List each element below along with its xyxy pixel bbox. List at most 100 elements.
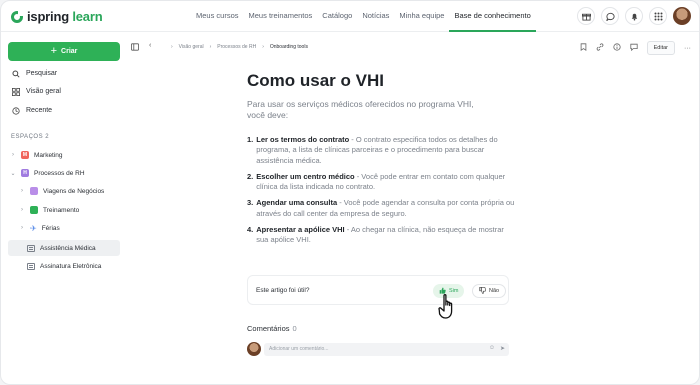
article-actions: Editar ··· [580, 41, 691, 55]
briefcase-icon [30, 187, 38, 195]
feedback-box: Este artigo foi útil? Sim Não [247, 275, 509, 305]
sidebar-item-recente[interactable]: Recente [11, 106, 52, 115]
chevron-right-icon: › [209, 44, 212, 50]
chevron-right-icon: › [171, 44, 173, 50]
no-button[interactable]: Não [472, 284, 507, 298]
create-button[interactable]: + Criar [8, 42, 120, 61]
bookmark-icon[interactable] [580, 43, 587, 53]
airplane-icon: ✈ [30, 223, 37, 233]
chevron-right-icon[interactable]: › [19, 188, 25, 194]
app-window: ispring learn Meus cursos Meus treinamen… [0, 0, 700, 385]
tree-item-label: Marketing [34, 151, 63, 159]
hand-cursor-icon [438, 293, 458, 326]
list-item: 4. Apresentar a apólice VHI - Ao chegar … [247, 225, 517, 246]
logo-text-ispring: ispring [27, 9, 69, 24]
overview-icon [11, 87, 20, 96]
spaces-heading: ESPAÇOS 2 [11, 134, 50, 140]
info-icon[interactable] [613, 43, 621, 53]
training-icon [30, 206, 38, 214]
list-item: 1. Ler os termos do contrato - O contrat… [247, 135, 517, 166]
tree-item-assinatura-eletronica[interactable]: Assinatura Eletrônica [27, 258, 101, 274]
article-content: Como usar o VHI Para usar os serviços mé… [247, 71, 517, 252]
space-badge-processos-de-rh: H [21, 169, 29, 177]
tree-item-viagens-de-negocios[interactable]: › Viagens de Negócios [19, 183, 104, 199]
no-label: Não [489, 288, 500, 294]
bell-icon[interactable] [625, 7, 643, 25]
chevron-right-icon: › [262, 44, 264, 50]
step-number: 2. [247, 171, 254, 181]
back-arrow-icon[interactable]: ‹ [149, 42, 151, 49]
comments-label: Comentários [247, 324, 290, 333]
article-icon [27, 244, 35, 252]
feedback-question: Este artigo foi útil? [256, 287, 310, 294]
search-icon [11, 69, 20, 78]
thumbs-down-icon [479, 286, 486, 296]
tree-item-label: Assistência Médica [40, 244, 96, 252]
chevron-down-icon[interactable]: ⌄ [10, 170, 16, 177]
top-navigation: ispring learn Meus cursos Meus treinamen… [1, 1, 699, 32]
tree-item-processos-de-rh[interactable]: ⌄ H Processos de RH [10, 165, 85, 181]
grid-icon[interactable] [649, 7, 667, 25]
chevron-right-icon[interactable]: › [10, 152, 16, 158]
space-badge-marketing: M [21, 151, 29, 159]
sidebar: + Criar Pesquisar Visão geral Recente ES… [1, 33, 127, 384]
avatar [247, 342, 261, 356]
content-toolbar: ‹ › Visão geral › Processos de RH › Onbo… [127, 39, 699, 57]
sidebar-item-label: Visão geral [26, 88, 61, 95]
sidebar-toggle-icon[interactable] [131, 43, 139, 53]
sidebar-item-label: Recente [26, 107, 53, 114]
tree-item-ferias[interactable]: › ✈ Férias [19, 220, 60, 236]
tree-item-label: Treinamento [43, 206, 80, 214]
tree-item-marketing[interactable]: › M Marketing [10, 147, 63, 163]
comment-composer: Adicionar um comentário... ☺ ➤ [247, 342, 509, 357]
tree-item-assistencia-medica[interactable]: Assistência Médica [8, 240, 120, 256]
step-number: 1. [247, 135, 254, 144]
nav-catalogo[interactable]: Catálogo [317, 1, 357, 32]
top-icons [577, 7, 691, 25]
nav-noticias[interactable]: Notícias [357, 1, 394, 32]
nav-meus-cursos[interactable]: Meus cursos [191, 1, 244, 32]
comments-count: 0 [292, 324, 297, 333]
breadcrumb-item[interactable]: Visão geral [179, 44, 204, 50]
ispring-learn-logo[interactable]: ispring learn [11, 9, 103, 24]
chat-icon[interactable] [601, 7, 619, 25]
chat-icon[interactable] [630, 43, 638, 53]
link-icon[interactable] [596, 43, 604, 53]
sidebar-item-pesquisar[interactable]: Pesquisar [11, 69, 57, 78]
tree-item-label: Processos de RH [34, 169, 85, 177]
create-button-label: Criar [61, 48, 78, 55]
article-intro: Para usar os serviços médicos oferecidos… [247, 99, 474, 120]
emoji-icon[interactable]: ☺ [489, 345, 495, 352]
step-title: Agendar uma consulta [256, 198, 338, 208]
chevron-right-icon[interactable]: › [19, 225, 25, 231]
breadcrumb-current[interactable]: Onboarding tools [270, 44, 308, 50]
steps-list: 1. Ler os termos do contrato - O contrat… [247, 135, 517, 246]
step-title: Escolher um centro médico [256, 171, 355, 181]
edit-button[interactable]: Editar [646, 41, 675, 55]
comment-input[interactable]: Adicionar um comentário... [264, 343, 509, 356]
sidebar-item-label: Pesquisar [26, 70, 58, 77]
logo-text-learn: learn [72, 9, 103, 24]
clock-icon [11, 106, 20, 115]
sidebar-item-visao-geral[interactable]: Visão geral [11, 87, 61, 96]
more-options-icon[interactable]: ··· [684, 45, 691, 52]
tree-item-label: Férias [41, 224, 60, 232]
logo-icon [11, 10, 23, 23]
user-avatar[interactable] [673, 7, 691, 25]
tree-item-label: Viagens de Negócios [43, 187, 105, 195]
step-title: Ler os termos do contrato [256, 135, 350, 144]
send-icon[interactable]: ➤ [500, 345, 505, 352]
nav-minha-equipe[interactable]: Minha equipe [394, 1, 449, 32]
list-item: 3. Agendar uma consulta - Você pode agen… [247, 198, 517, 219]
tree-item-treinamento[interactable]: › Treinamento [19, 202, 79, 218]
article-title: Como usar o VHI [247, 71, 384, 90]
gift-icon[interactable] [577, 7, 595, 25]
comments-heading: Comentários 0 [247, 324, 297, 333]
breadcrumb-item[interactable]: Processos de RH [217, 44, 256, 50]
nav-base-de-conhecimento[interactable]: Base de conhecimento [449, 1, 536, 32]
step-number: 3. [247, 198, 254, 208]
chevron-right-icon[interactable]: › [19, 207, 25, 213]
nav-meus-treinamentos[interactable]: Meus treinamentos [244, 1, 318, 32]
step-title: Apresentar a apólice VHI [256, 225, 345, 235]
main-nav: Meus cursos Meus treinamentos Catálogo N… [191, 1, 536, 32]
